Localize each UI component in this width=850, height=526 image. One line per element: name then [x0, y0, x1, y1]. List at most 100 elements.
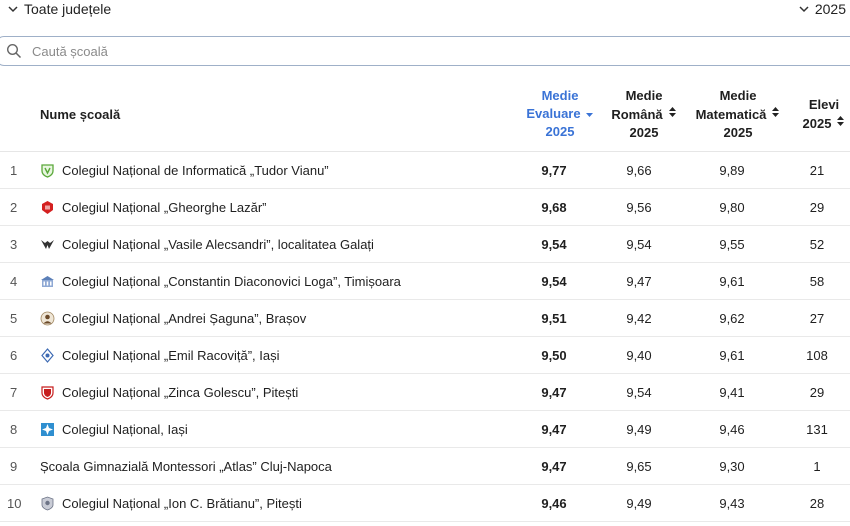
- row-index: 7: [10, 385, 18, 400]
- red-shield-icon: [41, 386, 54, 400]
- avg-ro-value: 9,56: [626, 200, 652, 215]
- table-row[interactable]: 8 Colegiul Național, Iași 9,47 9,49 9,46…: [0, 411, 850, 448]
- avg-ro-value: 9,54: [626, 237, 652, 252]
- school-name[interactable]: Colegiul Național de Informatică „Tudor …: [62, 163, 329, 178]
- row-index: 6: [10, 348, 18, 363]
- diamond-crest-icon: [41, 348, 54, 363]
- avg-math-value: 9,61: [719, 348, 745, 363]
- school-name[interactable]: Școala Gimnazială Montessori „Atlas” Clu…: [40, 459, 332, 474]
- avg-math-value: 9,43: [719, 496, 745, 511]
- search-box[interactable]: [0, 36, 850, 66]
- school-name[interactable]: Colegiul Național „Andrei Șaguna”, Brașo…: [62, 311, 306, 326]
- students-value: 21: [809, 163, 825, 178]
- header-avg-eval-line1: Medie: [541, 88, 579, 103]
- table-row[interactable]: 5 Colegiul Național „Andrei Șaguna”, Bra…: [0, 300, 850, 337]
- county-filter-dropdown[interactable]: Toate județele: [6, 1, 111, 17]
- table-row[interactable]: 6 Colegiul Național „Emil Racoviță”, Iaș…: [0, 337, 850, 374]
- row-index: 10: [7, 496, 22, 511]
- avg-eval-value: 9,51: [541, 311, 567, 326]
- avg-eval-value: 9,47: [541, 422, 567, 437]
- table-row[interactable]: 1 Colegiul Național de Informatică „Tudo…: [0, 152, 850, 189]
- students-value: 28: [809, 496, 825, 511]
- school-name[interactable]: Colegiul Național „Emil Racoviță”, Iași: [62, 348, 279, 363]
- header-avg-ro[interactable]: Medie Română 2025: [606, 87, 682, 142]
- portrait-icon: [40, 311, 55, 326]
- avg-ro-value: 9,49: [626, 496, 652, 511]
- avg-eval-value: 9,77: [541, 163, 567, 178]
- students-value: 108: [806, 348, 828, 363]
- school-name[interactable]: Colegiul Național „Constantin Diaconovic…: [62, 274, 401, 289]
- header-avg-math[interactable]: Medie Matematică 2025: [690, 87, 786, 142]
- header-students-line1: Elevi: [808, 97, 840, 112]
- row-index: 4: [10, 274, 18, 289]
- students-value: 1: [813, 459, 821, 474]
- county-filter-label: Toate județele: [24, 1, 112, 17]
- avg-math-value: 9,62: [719, 311, 745, 326]
- avg-eval-value: 9,54: [541, 237, 567, 252]
- avg-math-value: 9,41: [719, 385, 745, 400]
- search-input[interactable]: [32, 43, 732, 59]
- avg-eval-value: 9,50: [541, 348, 567, 363]
- row-index: 2: [10, 200, 18, 215]
- school-name[interactable]: Colegiul Național „Zinca Golescu”, Piteș…: [62, 385, 298, 400]
- header-avg-eval-line3: 2025: [545, 124, 575, 139]
- avg-ro-value: 9,66: [626, 163, 652, 178]
- avg-math-value: 9,46: [719, 422, 745, 437]
- avg-math-value: 9,61: [719, 274, 745, 289]
- red-crest-icon: [42, 201, 53, 214]
- blue-cross-icon: [41, 423, 54, 436]
- avg-math-value: 9,89: [719, 163, 745, 178]
- avg-eval-value: 9,47: [541, 385, 567, 400]
- table-row[interactable]: 9 Școala Gimnazială Montessori „Atlas” C…: [0, 448, 850, 485]
- wings-icon: [41, 240, 54, 249]
- table-row[interactable]: 2 Colegiul Național „Gheorghe Lazăr” 9,6…: [0, 189, 850, 226]
- header-avg-math-line3: 2025: [723, 125, 753, 140]
- students-value: 131: [806, 422, 828, 437]
- students-value: 58: [809, 274, 825, 289]
- chevron-down-icon: [8, 6, 18, 13]
- row-index: 1: [10, 163, 18, 178]
- table-row[interactable]: 3 Colegiul Național „Vasile Alecsandri”,…: [0, 226, 850, 263]
- year-label: 2025: [814, 1, 846, 17]
- students-value: 52: [809, 237, 825, 252]
- avg-eval-value: 9,46: [541, 496, 567, 511]
- sort-icon: [668, 107, 676, 117]
- header-avg-math-line2: Matematică: [690, 105, 786, 124]
- avg-eval-value: 9,68: [541, 200, 567, 215]
- sort-icon: [837, 116, 845, 126]
- header-avg-eval[interactable]: Medie Evaluare 2025: [524, 87, 596, 141]
- school-name[interactable]: Colegiul Național „Ion C. Brătianu”, Pit…: [62, 496, 302, 511]
- header-avg-math-line1: Medie: [719, 88, 757, 103]
- avg-ro-value: 9,47: [626, 274, 652, 289]
- header-students[interactable]: Elevi 2025: [798, 96, 850, 133]
- table-row[interactable]: 4 Colegiul Național „Constantin Diaconov…: [0, 263, 850, 300]
- header-avg-ro-line1: Medie: [625, 88, 663, 103]
- avg-ro-value: 9,42: [626, 311, 652, 326]
- top-bar: Toate județele 2025: [0, 0, 850, 24]
- school-name[interactable]: Colegiul Național „Gheorghe Lazăr”: [62, 200, 267, 215]
- header-students-line2: 2025: [798, 114, 850, 133]
- chevron-down-icon: [799, 6, 809, 13]
- row-index: 8: [10, 422, 18, 437]
- table-row[interactable]: 7 Colegiul Național „Zinca Golescu”, Pit…: [0, 374, 850, 411]
- school-name[interactable]: Colegiul Național „Vasile Alecsandri”, l…: [62, 237, 374, 252]
- search-icon: [6, 43, 22, 59]
- row-index: 3: [10, 237, 18, 252]
- avg-ro-value: 9,54: [626, 385, 652, 400]
- students-value: 29: [809, 385, 825, 400]
- avg-math-value: 9,55: [719, 237, 745, 252]
- sort-icon: [772, 107, 780, 117]
- students-value: 29: [809, 200, 825, 215]
- shield-green-icon: [41, 164, 54, 178]
- avg-math-value: 9,30: [719, 459, 745, 474]
- grey-crest-icon: [41, 496, 54, 511]
- year-dropdown[interactable]: 2025: [797, 1, 846, 17]
- students-value: 27: [809, 311, 825, 326]
- school-name[interactable]: Colegiul Național, Iași: [62, 422, 188, 437]
- row-index: 5: [10, 311, 18, 326]
- building-icon: [41, 276, 54, 287]
- table-row[interactable]: 10 Colegiul Național „Ion C. Brătianu”, …: [0, 485, 850, 522]
- header-avg-ro-line2: Română: [606, 105, 682, 124]
- avg-eval-value: 9,47: [541, 459, 567, 474]
- avg-ro-value: 9,40: [626, 348, 652, 363]
